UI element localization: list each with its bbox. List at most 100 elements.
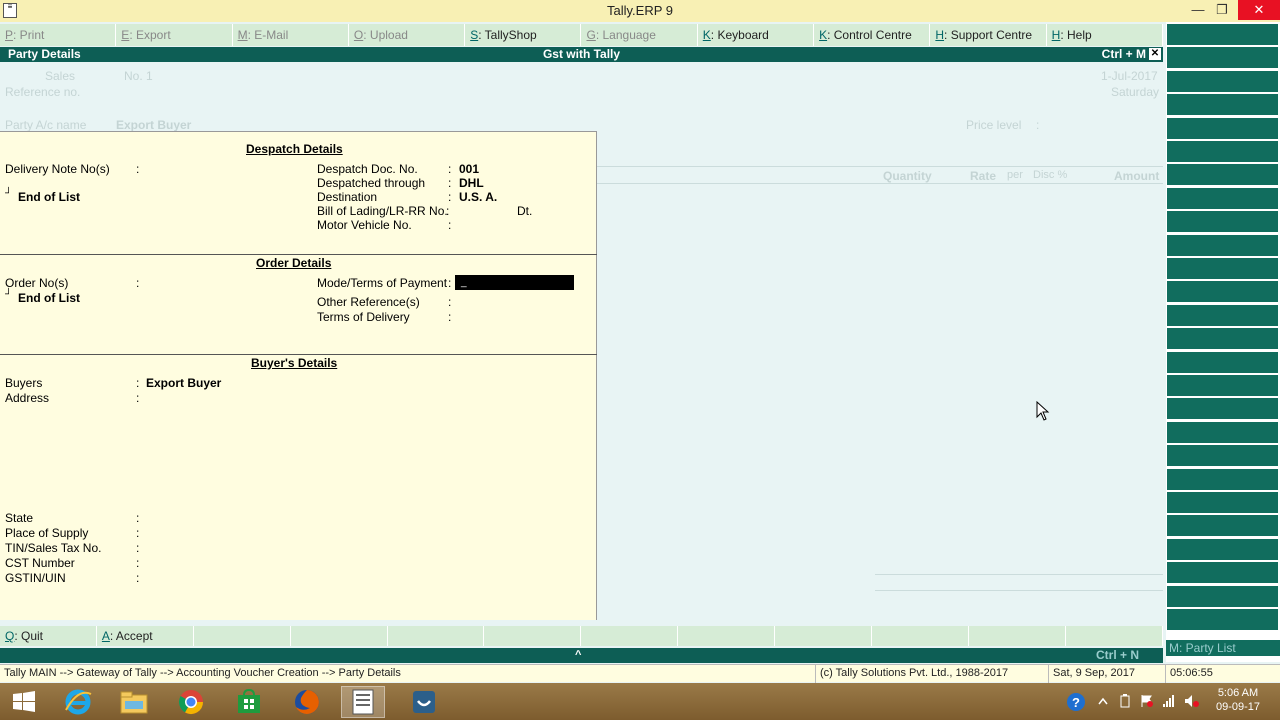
- right-panel-button-14[interactable]: [1167, 351, 1278, 373]
- windows-start-icon[interactable]: [2, 686, 46, 718]
- menu-label: : E-Mail: [247, 28, 289, 42]
- ctrl-m-shortcut[interactable]: Ctrl + M: [1102, 47, 1146, 62]
- right-panel-button-4[interactable]: [1167, 117, 1278, 139]
- right-panel-button-25[interactable]: [1167, 609, 1278, 630]
- tin-colon[interactable]: :: [136, 541, 139, 555]
- delivery-end-of-list[interactable]: End of List: [18, 190, 80, 204]
- button-label: : Quit: [14, 629, 44, 643]
- firefox-icon[interactable]: [285, 686, 329, 718]
- bottom-button-7[interactable]: [678, 626, 776, 646]
- menu-item-0[interactable]: P: Print: [0, 24, 117, 46]
- flag-icon[interactable]: [1140, 694, 1154, 708]
- menu-item-8[interactable]: H: Support Centre: [930, 24, 1047, 46]
- bill-of-lading-colon[interactable]: :: [446, 204, 449, 218]
- motor-vehicle-colon[interactable]: :: [448, 218, 451, 232]
- right-panel-button-16[interactable]: [1167, 398, 1278, 420]
- right-panel-button-0[interactable]: [1167, 24, 1278, 45]
- close-screen-icon[interactable]: ✕: [1149, 48, 1161, 60]
- terms-of-delivery-colon[interactable]: :: [448, 310, 451, 324]
- right-panel-button-21[interactable]: [1167, 515, 1278, 537]
- voucher-date: 1-Jul-2017: [1101, 69, 1158, 83]
- gstin-colon[interactable]: :: [136, 571, 139, 585]
- right-panel-button-9[interactable]: [1167, 234, 1278, 256]
- menu-key: K: [702, 28, 711, 42]
- despatched-through-value[interactable]: DHL: [459, 176, 484, 190]
- cst-colon[interactable]: :: [136, 556, 139, 570]
- bottom-button-11[interactable]: [1065, 626, 1163, 646]
- right-panel-button-1[interactable]: [1167, 47, 1278, 69]
- bill-of-lading-date-label[interactable]: Dt.: [517, 204, 532, 218]
- power-icon[interactable]: [1118, 694, 1132, 708]
- right-panel-button-3[interactable]: [1167, 94, 1278, 116]
- bottom-button-8[interactable]: [775, 626, 873, 646]
- right-panel-button-24[interactable]: [1167, 585, 1278, 607]
- buyers-value[interactable]: Export Buyer: [146, 376, 221, 390]
- close-button[interactable]: ✕: [1238, 0, 1280, 20]
- right-panel-button-5[interactable]: [1167, 141, 1278, 162]
- menu-item-7[interactable]: K: Control Centre: [814, 24, 931, 46]
- right-panel-button-6[interactable]: [1167, 164, 1278, 186]
- right-panel-button-15[interactable]: [1167, 375, 1278, 396]
- internet-explorer-icon[interactable]: [56, 686, 100, 718]
- system-tray: ?: [1064, 683, 1204, 720]
- restore-button[interactable]: ❐: [1208, 0, 1236, 20]
- clock[interactable]: 5:06 AM 09-09-17: [1208, 683, 1268, 720]
- menu-item-6[interactable]: K: Keyboard: [697, 24, 815, 46]
- bottom-button-2[interactable]: [193, 626, 291, 646]
- other-reference-colon[interactable]: :: [448, 295, 451, 309]
- party-list-button[interactable]: M: Party List: [1166, 640, 1280, 656]
- bottom-button-5[interactable]: [484, 626, 582, 646]
- store-icon[interactable]: [227, 686, 271, 718]
- order-no-colon[interactable]: :: [136, 276, 139, 290]
- mode-of-payment-input[interactable]: _: [455, 275, 574, 290]
- button-key: Q: [5, 629, 15, 643]
- destination-value[interactable]: U.S. A.: [459, 190, 497, 204]
- menu-item-4[interactable]: S: TallyShop: [465, 24, 582, 46]
- ctrl-n-shortcut[interactable]: Ctrl + N: [1096, 648, 1139, 663]
- order-end-of-list[interactable]: End of List: [18, 291, 80, 305]
- bottom-button-4[interactable]: [387, 626, 485, 646]
- place-of-supply-colon[interactable]: :: [136, 526, 139, 540]
- delivery-note-colon[interactable]: :: [136, 162, 139, 176]
- bottom-button-1[interactable]: A: Accept: [96, 626, 194, 646]
- right-panel-button-7[interactable]: [1167, 187, 1278, 209]
- right-panel-button-2[interactable]: [1167, 70, 1278, 92]
- network-icon[interactable]: [1162, 694, 1176, 708]
- right-panel-button-17[interactable]: [1167, 421, 1278, 443]
- menu-label: : Keyboard: [710, 28, 769, 42]
- end-marker-icon: ┘: [5, 188, 13, 199]
- menu-key: M: [237, 28, 248, 42]
- bottom-button-9[interactable]: [872, 626, 969, 646]
- right-panel-button-8[interactable]: [1167, 211, 1278, 233]
- despatch-doc-value[interactable]: 001: [459, 162, 479, 176]
- bottom-button-0[interactable]: Q: Quit: [0, 626, 97, 646]
- right-panel-button-12[interactable]: [1167, 304, 1278, 326]
- bottom-button-6[interactable]: [581, 626, 679, 646]
- address-colon[interactable]: :: [136, 391, 139, 405]
- right-panel-button-18[interactable]: [1167, 445, 1278, 467]
- tin-label: TIN/Sales Tax No.: [5, 541, 102, 555]
- tally-taskbar-icon[interactable]: [341, 686, 385, 718]
- right-panel-button-13[interactable]: [1167, 328, 1278, 350]
- app-icon[interactable]: [402, 686, 446, 718]
- chevron-up-icon[interactable]: ^: [575, 648, 581, 663]
- right-panel-button-19[interactable]: [1167, 468, 1278, 490]
- bottom-button-3[interactable]: [290, 626, 388, 646]
- menu-item-9[interactable]: H: Help: [1046, 24, 1163, 46]
- volume-muted-icon[interactable]: [1184, 694, 1200, 708]
- chrome-icon[interactable]: [169, 686, 213, 718]
- help-icon[interactable]: ?: [1066, 692, 1086, 712]
- right-panel-button-20[interactable]: [1167, 492, 1278, 513]
- right-panel-button-11[interactable]: [1167, 281, 1278, 303]
- menu-item-5[interactable]: G: Language: [581, 24, 698, 46]
- menu-item-2[interactable]: M: E-Mail: [232, 24, 349, 46]
- bottom-button-10[interactable]: [968, 626, 1066, 646]
- state-colon[interactable]: :: [136, 511, 139, 525]
- menu-item-1[interactable]: E: Export: [116, 24, 233, 46]
- menu-item-3[interactable]: O: Upload: [348, 24, 466, 46]
- right-panel-button-23[interactable]: [1167, 562, 1278, 584]
- file-explorer-icon[interactable]: [112, 686, 156, 718]
- right-panel-button-22[interactable]: [1167, 538, 1278, 560]
- chevron-up-icon[interactable]: [1098, 697, 1108, 705]
- right-panel-button-10[interactable]: [1167, 258, 1278, 279]
